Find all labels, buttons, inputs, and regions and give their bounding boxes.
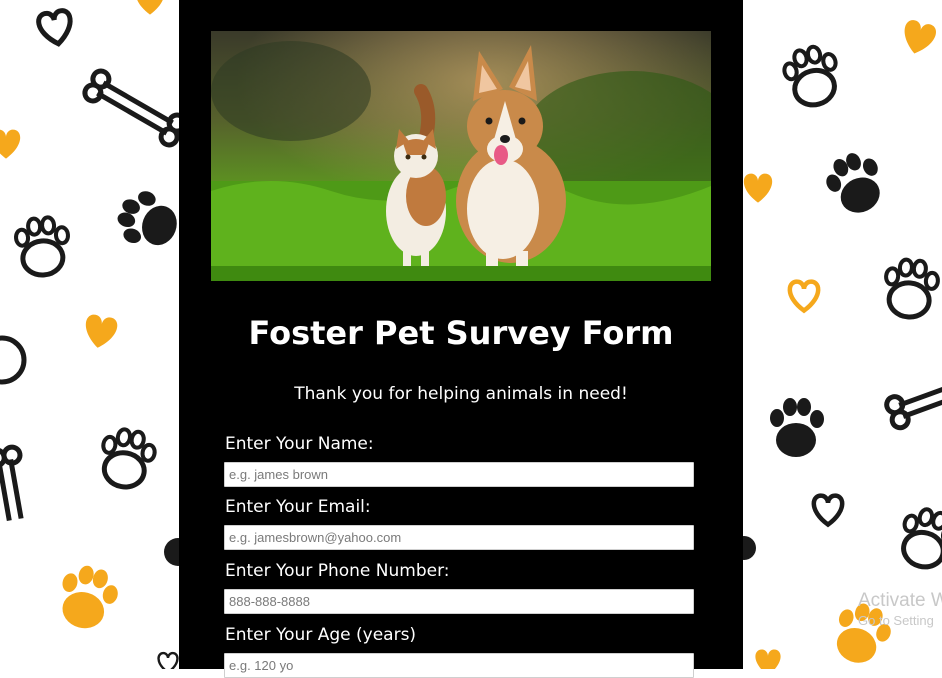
page-subtitle: Thank you for helping animals in need! xyxy=(294,384,628,404)
activation-watermark: Activate W Go to Setting xyxy=(858,590,942,630)
page-title: Foster Pet Survey Form xyxy=(248,314,674,352)
age-input[interactable] xyxy=(224,653,694,678)
watermark-line-1: Activate W xyxy=(858,590,942,611)
hero-image xyxy=(211,31,711,281)
watermark-line-2: Go to Setting xyxy=(858,613,934,628)
name-input[interactable] xyxy=(224,462,694,487)
email-input[interactable] xyxy=(224,525,694,550)
email-label: Enter Your Email: xyxy=(225,497,371,517)
phone-input[interactable] xyxy=(224,589,694,614)
phone-label: Enter Your Phone Number: xyxy=(225,561,450,581)
name-label: Enter Your Name: xyxy=(225,434,374,454)
survey-panel: Foster Pet Survey Form Thank you for hel… xyxy=(179,0,743,678)
age-label: Enter Your Age (years) xyxy=(225,625,417,645)
